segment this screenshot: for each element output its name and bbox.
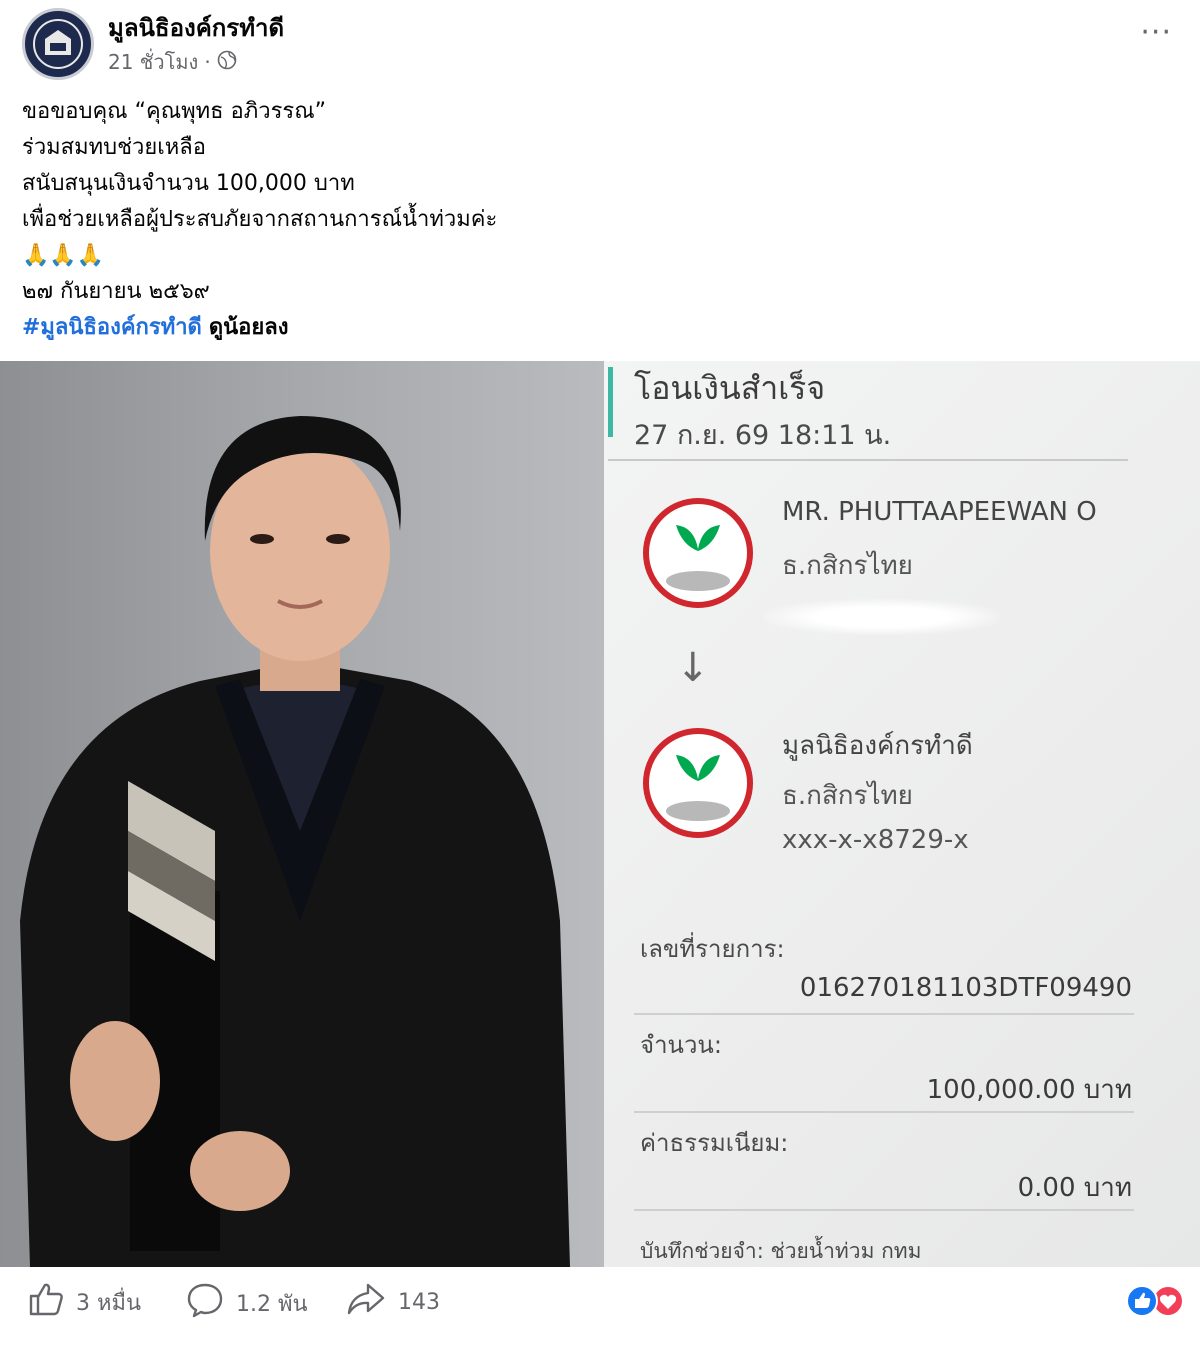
slip-datetime: 27 ก.ย. 69 18:11 น.: [634, 420, 892, 451]
slip-title: โอนเงินสำเร็จ: [634, 369, 826, 407]
transfer-slip: โอนเงินสำเร็จ 27 ก.ย. 69 18:11 น. MR. PH…: [604, 361, 1200, 1267]
share-button[interactable]: 143: [346, 1282, 440, 1322]
post-line: สนับสนุนเงินจำนวน 100,000 บาท: [22, 171, 355, 196]
post-image[interactable]: โอนเงินสำเร็จ 27 ก.ย. 69 18:11 น. MR. PH…: [0, 361, 1200, 1267]
field-divider: [634, 1013, 1134, 1015]
page-name[interactable]: มูลนิธิองค์กรทำดี: [108, 8, 284, 47]
down-arrow-icon: ↓: [676, 645, 710, 691]
share-arrow-icon: [346, 1282, 386, 1322]
slip-divider: [608, 459, 1128, 461]
kasikorn-bank-icon: [642, 497, 754, 609]
kasikorn-bank-icon: [642, 727, 754, 839]
donor-photo[interactable]: [0, 361, 604, 1267]
post-meta: 21 ชั่วโมง ·: [108, 46, 237, 78]
redacted-account: [764, 599, 1000, 635]
see-less-link[interactable]: ดูน้อยลง: [209, 315, 289, 340]
post-hashtag-line: #มูลนิธิองค์กรทำดี ดูน้อยลง: [22, 310, 1172, 346]
reference-value: 016270181103DTF09490: [799, 973, 1132, 1003]
meta-separator: ·: [204, 50, 211, 74]
post-line: ขอขอบคุณ “คุณพุทธ อภิวรรณ”: [22, 99, 327, 124]
comment-bubble-icon: [186, 1282, 224, 1324]
slip-accent-bar: [608, 367, 613, 437]
post-line-emoji: 🙏🙏🙏: [22, 243, 105, 268]
receiver-bank: ธ.กสิกรไทย: [782, 781, 913, 811]
comment-button[interactable]: 1.2 พัน: [186, 1282, 308, 1324]
post-header: มูลนิธิองค์กรทำดี 21 ชั่วโมง · ···: [0, 0, 1200, 92]
reaction-summary[interactable]: [1124, 1284, 1186, 1318]
field-divider: [634, 1111, 1134, 1113]
like-button[interactable]: 3 หมื่น: [28, 1282, 141, 1322]
amount-label: จำนวน:: [640, 1031, 722, 1059]
like-count: 3 หมื่น: [76, 1290, 142, 1316]
amount-value: 100,000.00 บาท: [926, 1075, 1132, 1105]
receiver-name: มูลนิธิองค์กรทำดี: [782, 731, 973, 761]
reference-label: เลขที่รายการ:: [640, 935, 785, 963]
field-divider: [634, 1209, 1134, 1211]
post-line: เพื่อช่วยเหลือผู้ประสบภัยจากสถานการณ์น้ำ…: [22, 207, 498, 232]
globe-icon: [217, 50, 237, 75]
post-text: ขอขอบคุณ “คุณพุทธ อภิวรรณ” ร่วมสมทบช่วยเ…: [22, 94, 1172, 346]
sender-bank: ธ.กสิกรไทย: [782, 551, 913, 581]
comment-count: 1.2 พัน: [236, 1291, 308, 1317]
more-options-button[interactable]: ···: [1140, 18, 1172, 48]
post-line: ร่วมสมทบช่วยเหลือ: [22, 135, 206, 160]
fee-label: ค่าธรรมเนียม:: [640, 1129, 789, 1157]
post-line-date: ๒๗ กันยายน ๒๕๖๙: [22, 279, 210, 304]
share-count: 143: [398, 1289, 440, 1315]
fee-value: 0.00 บาท: [1017, 1173, 1132, 1203]
post-actions: 3 หมื่น 1.2 พัน 143: [0, 1268, 1200, 1346]
receiver-account: xxx-x-x8729-x: [782, 825, 969, 855]
post-time[interactable]: 21 ชั่วโมง: [108, 46, 198, 78]
hashtag-link[interactable]: #มูลนิธิองค์กรทำดี: [22, 315, 202, 340]
thumbs-up-icon: [28, 1282, 64, 1322]
page-avatar[interactable]: [22, 8, 94, 80]
sender-name: MR. PHUTTAAPEEWAN O: [782, 497, 1097, 527]
memo-text: บันทึกช่วยจำ: ช่วยน้ำท่วม กทม: [640, 1239, 922, 1263]
